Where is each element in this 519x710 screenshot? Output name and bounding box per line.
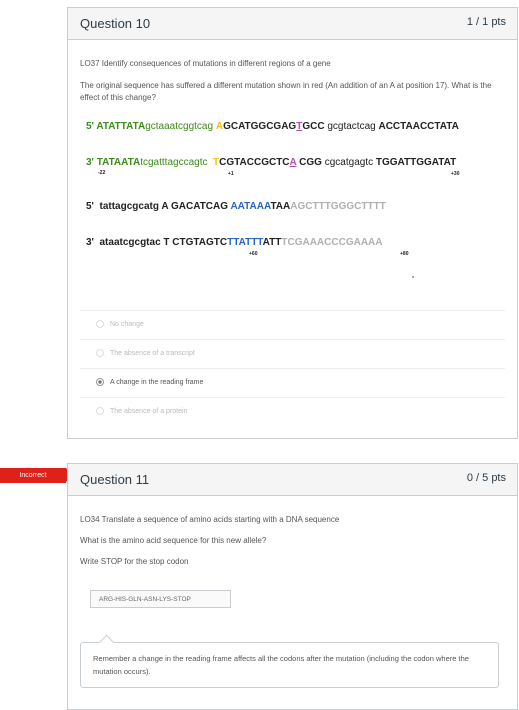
sequence-line-3: 5' tattagcgcatg A GACATCAG AATAAATAAAGCT… — [86, 201, 386, 212]
seq3-coding: A GACATCAG — [161, 201, 231, 212]
seq2-promoter: 3' TATAATA — [86, 157, 141, 168]
sequence-line-1: 5' ATATTATAgctaaatcggtcag AGCATGGCGAGTGC… — [86, 121, 459, 132]
seq2-cgg: CGG — [296, 157, 325, 168]
position-label-plus60: +60 — [249, 251, 258, 257]
question-11-title: Question 11 — [80, 472, 150, 487]
seq2-coding: CGTACCGCTC — [219, 157, 290, 168]
position-label-plus30: +30 — [451, 171, 460, 177]
answer-label: A change in the reading frame — [110, 378, 204, 386]
question-10-objective: LO37 Identify consequences of mutations … — [80, 59, 331, 68]
seq2-end: TGGATTGGATAT — [375, 157, 457, 168]
sequence-line-4: 3' ataatcgcgtac T CTGTAGTCTTATTTATTTCGAA… — [86, 237, 382, 248]
position-label-plus1: +1 — [228, 171, 234, 177]
seq1-coding: GCATGGCGAG — [223, 121, 297, 132]
seq3-tail: AGCTTTGGGCTTTT — [290, 201, 386, 212]
answer-divider-1 — [80, 310, 505, 311]
radio-icon[interactable] — [96, 407, 104, 415]
question-11-instruction: Write STOP for the stop codon — [80, 557, 189, 566]
seq1-end: ACCTAACCTATA — [378, 121, 459, 132]
answer-divider-4 — [80, 397, 505, 398]
radio-icon[interactable] — [96, 349, 104, 357]
seq1-lower: gctaaatcggtcag — [145, 121, 216, 132]
answer-option-4[interactable]: The absence of a protein — [96, 407, 187, 415]
question-10-header: Question 10 1 / 1 pts — [68, 8, 517, 40]
question-10-title: Question 10 — [80, 16, 151, 31]
seq4-tail: TCGAAACCCGAAAA — [281, 237, 383, 248]
seq1-promoter: 5' ATATTATA — [86, 121, 146, 132]
question-10-prompt: The original sequence has suffered a dif… — [80, 81, 492, 102]
seq4-coding: T CTGTAGTC — [163, 237, 228, 248]
answer-label: The absence of a transcript — [110, 349, 195, 357]
stray-dot — [412, 276, 414, 278]
answer-label: No change — [110, 320, 144, 328]
question-11-header: Question 11 0 / 5 pts — [68, 464, 517, 496]
feedback-comment: Remember a change in the reading frame a… — [80, 642, 499, 688]
seq3-lower: 5' tattagcgcatg — [86, 201, 162, 212]
answer-divider-2 — [80, 339, 505, 340]
question-10-card: Question 10 1 / 1 pts LO37 Identify cons… — [67, 7, 518, 439]
seq4-lower: 3' ataatcgcgtac — [86, 237, 164, 248]
seq4-polya-signal: TTATTT — [227, 237, 263, 248]
answer-label: The absence of a protein — [110, 407, 188, 415]
radio-icon[interactable] — [96, 320, 104, 328]
seq1-intron: gcgtactcag — [327, 121, 379, 132]
question-11-prompt: What is the amino acid sequence for this… — [80, 536, 267, 545]
student-answer-field[interactable]: ARG-HIS-GLN-ASN-LYS-STOP — [90, 590, 231, 608]
question-11-points: 0 / 5 pts — [466, 472, 506, 484]
question-11-objective: LO34 Translate a sequence of amino acids… — [80, 515, 340, 524]
radio-selected-icon[interactable] — [96, 378, 104, 386]
incorrect-badge: Incorrect — [0, 468, 74, 483]
seq1-start: A — [215, 121, 224, 132]
question-11-card: Question 11 0 / 5 pts LO34 Translate a s… — [67, 463, 518, 710]
seq3-polya-signal: AATAAA — [230, 201, 271, 212]
answer-option-2[interactable]: The absence of a transcript — [96, 349, 195, 357]
answer-option-1[interactable]: No change — [96, 320, 144, 328]
position-label-plus80: +80 — [400, 251, 409, 257]
seq1-gcc: GCC — [302, 121, 328, 132]
answer-divider-3 — [80, 368, 505, 369]
answer-option-3[interactable]: A change in the reading frame — [96, 378, 203, 386]
seq2-intron: cgcatgagtc — [324, 157, 376, 168]
sequence-line-2: 3' TATAATAtcgatttagccagtc TCGTACCGCTCA C… — [86, 157, 456, 168]
seq2-lower: tcgatttagccagtc — [140, 157, 214, 168]
question-10-points: 1 / 1 pts — [466, 16, 506, 28]
position-label-minus22: -22 — [98, 170, 106, 176]
seq4-stop: ATT — [262, 237, 282, 248]
seq3-stop: TAA — [270, 201, 291, 212]
